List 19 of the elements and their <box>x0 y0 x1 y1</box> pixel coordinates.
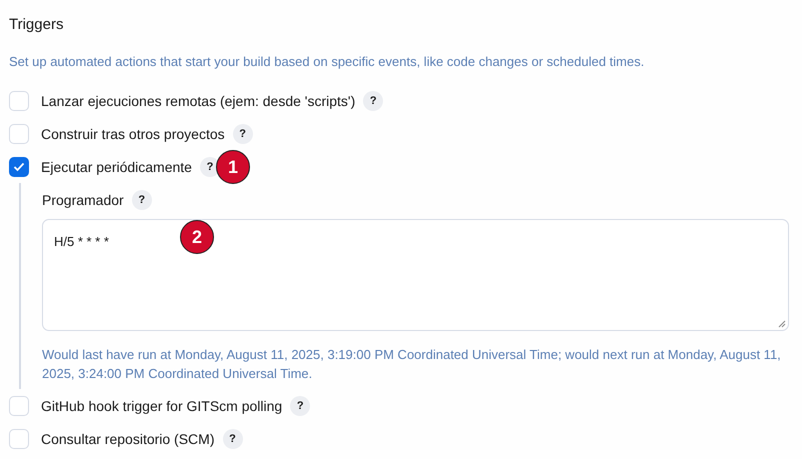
annotation-badge: 1 <box>216 150 250 184</box>
help-button[interactable]: ? <box>290 396 310 416</box>
checkbox-label[interactable]: Consultar repositorio (SCM) <box>41 430 214 446</box>
help-button[interactable]: ? <box>132 190 152 210</box>
checkbox-label[interactable]: GitHub hook trigger for GITScm polling <box>41 398 282 414</box>
help-button[interactable]: ? <box>200 156 220 176</box>
check-icon <box>13 162 25 172</box>
resize-handle-icon[interactable] <box>778 320 786 328</box>
checkbox[interactable] <box>9 156 29 176</box>
help-button[interactable]: ? <box>232 124 253 144</box>
schedule-note: Would last have run at Monday, August 11, 2025, 3:19:00 PM Coordinated Universal Time; would next run at Monday, August 11, 2025, 3:24:00 PM Coordinated Universal Time. <box>42 346 782 383</box>
help-button[interactable]: ? <box>363 90 384 110</box>
help-button[interactable]: ? <box>222 428 242 448</box>
field-label: Programador <box>42 192 124 208</box>
checkbox-label[interactable]: Construir tras otros proyectos <box>41 126 225 142</box>
checkbox-label[interactable]: Lanzar ejecuciones remotas (ejem: desde 'scripts') <box>41 92 356 108</box>
checkbox-label[interactable]: Ejecutar periódicamente <box>41 158 192 174</box>
section-description: Set up automated actions that start your build based on specific events, like code changes or scheduled times. <box>9 54 646 69</box>
section-title: Triggers <box>9 16 64 33</box>
